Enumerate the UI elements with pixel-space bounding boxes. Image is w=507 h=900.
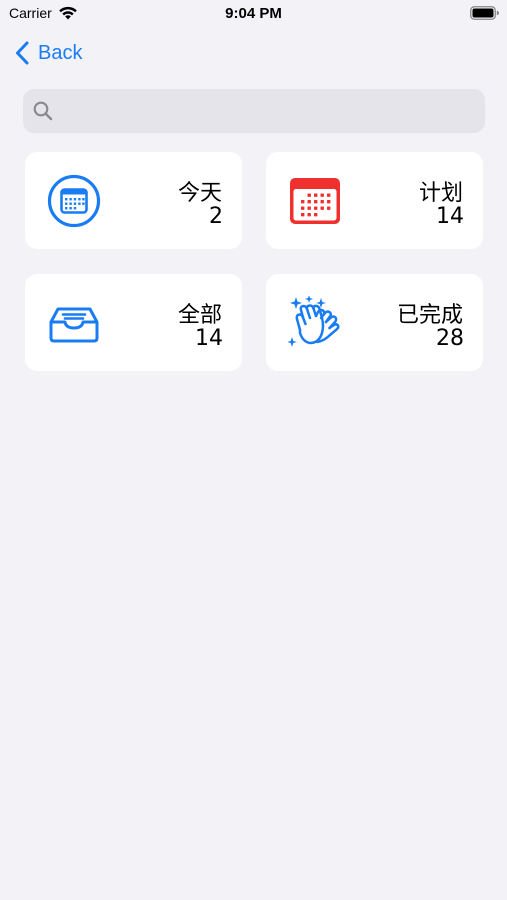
list-label: 计划 (418, 181, 463, 206)
back-button[interactable]: Back (14, 38, 82, 68)
list-card-scheduled[interactable]: 计划 14 (266, 152, 483, 249)
chevron-left-icon (16, 41, 29, 65)
list-count: 14 (436, 204, 464, 229)
battery-icon (470, 6, 499, 20)
tray-icon (49, 307, 99, 343)
smart-lists-grid: 今天 2 计划 14 全部 14 已完成 28 (25, 152, 483, 371)
calendar-icon (290, 178, 340, 224)
list-card-completed[interactable]: 已完成 28 (266, 274, 483, 371)
status-bar: Carrier 9:04 PM (0, 0, 507, 28)
list-card-all[interactable]: 全部 14 (25, 274, 242, 371)
list-card-today[interactable]: 今天 2 (25, 152, 242, 249)
search-bar[interactable] (23, 89, 485, 133)
search-icon (33, 101, 53, 121)
list-count: 2 (209, 204, 223, 229)
calendar-circle-icon (47, 174, 101, 228)
list-label: 已完成 (396, 303, 463, 328)
list-label: 全部 (177, 303, 222, 328)
clapping-hands-icon (288, 296, 340, 347)
search-input[interactable] (63, 89, 473, 133)
back-label: Back (38, 41, 83, 64)
list-count: 14 (195, 326, 223, 351)
list-count: 28 (436, 326, 464, 351)
status-time: 9:04 PM (225, 5, 282, 22)
list-label: 今天 (177, 181, 222, 206)
